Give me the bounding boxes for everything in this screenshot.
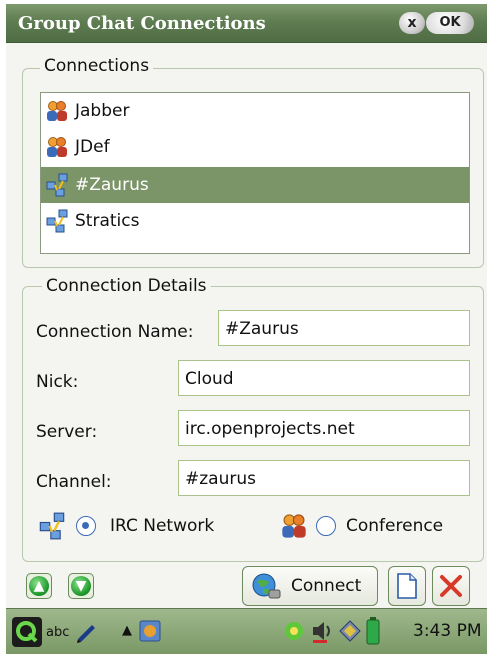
list-item[interactable]: Jabber	[41, 93, 469, 129]
irc-network-radio[interactable]	[76, 516, 96, 536]
network-icon	[46, 173, 68, 197]
channel-field[interactable]: #zaurus	[178, 460, 470, 496]
connect-button[interactable]: Connect	[242, 566, 378, 606]
window-title: Group Chat Connections	[18, 13, 266, 34]
close-button[interactable]: x	[399, 12, 425, 34]
dialog-window: Group Chat Connections x OK Connections …	[6, 4, 487, 654]
list-item[interactable]: Stratics	[41, 203, 469, 239]
list-item[interactable]: JDef	[41, 129, 469, 165]
connect-label: Connect	[291, 576, 362, 596]
move-up-button[interactable]: ▲	[26, 573, 52, 599]
list-item-label: Jabber	[75, 101, 130, 121]
arrow-down-icon: ▼	[71, 576, 91, 596]
group-users-icon	[282, 514, 306, 538]
nick-label: Nick:	[36, 372, 79, 392]
new-document-icon	[397, 573, 417, 599]
conference-label: Conference	[346, 516, 444, 536]
conference-radio[interactable]	[316, 516, 336, 536]
channel-label: Channel:	[36, 472, 112, 492]
server-field[interactable]: irc.openprojects.net	[178, 410, 470, 446]
new-connection-button[interactable]	[388, 566, 426, 606]
list-item-selected[interactable]: #Zaurus	[41, 167, 469, 203]
pencil-icon[interactable]	[74, 619, 98, 643]
clock[interactable]: 3:43 PM	[413, 621, 482, 641]
gear-flower-icon[interactable]	[282, 619, 306, 643]
connection-details-legend: Connection Details	[42, 276, 211, 296]
globe-connect-icon	[252, 573, 281, 599]
network-icon	[46, 209, 68, 233]
system-taskbar: abc ▲ 3:43 PM	[6, 608, 487, 654]
arrow-up-icon: ▲	[29, 576, 49, 596]
group-users-icon	[47, 137, 67, 157]
connection-name-label: Connection Name:	[36, 322, 194, 342]
expand-arrow-icon[interactable]: ▲	[122, 623, 132, 638]
network-icon	[39, 512, 65, 540]
title-bar: Group Chat Connections x OK	[6, 4, 487, 43]
move-down-button[interactable]: ▼	[68, 573, 94, 599]
input-mode-indicator[interactable]: abc	[46, 625, 69, 640]
action-bar: ▲ ▼ Connect	[6, 564, 487, 608]
list-item-label: Stratics	[75, 211, 140, 231]
delete-connection-button[interactable]	[432, 566, 470, 606]
nick-field[interactable]: Cloud	[178, 360, 470, 396]
battery-icon[interactable]	[366, 617, 380, 645]
volume-icon[interactable]	[310, 618, 336, 644]
connections-list[interactable]: Jabber JDef #Zaurus Stratics	[40, 92, 470, 254]
ok-button[interactable]: OK	[426, 12, 474, 34]
connections-legend: Connections	[40, 56, 154, 76]
start-menu-button[interactable]	[12, 617, 42, 647]
server-label: Server:	[36, 422, 98, 442]
q-logo-icon	[16, 621, 38, 643]
irc-network-label: IRC Network	[110, 516, 215, 536]
list-item-label: JDef	[75, 137, 110, 157]
group-users-icon	[47, 101, 67, 121]
network-status-icon[interactable]	[338, 619, 362, 643]
connection-name-field[interactable]: #Zaurus	[218, 310, 470, 346]
list-item-label: #Zaurus	[75, 175, 149, 195]
app-launcher-icon[interactable]	[138, 619, 162, 643]
delete-x-icon	[440, 575, 462, 597]
